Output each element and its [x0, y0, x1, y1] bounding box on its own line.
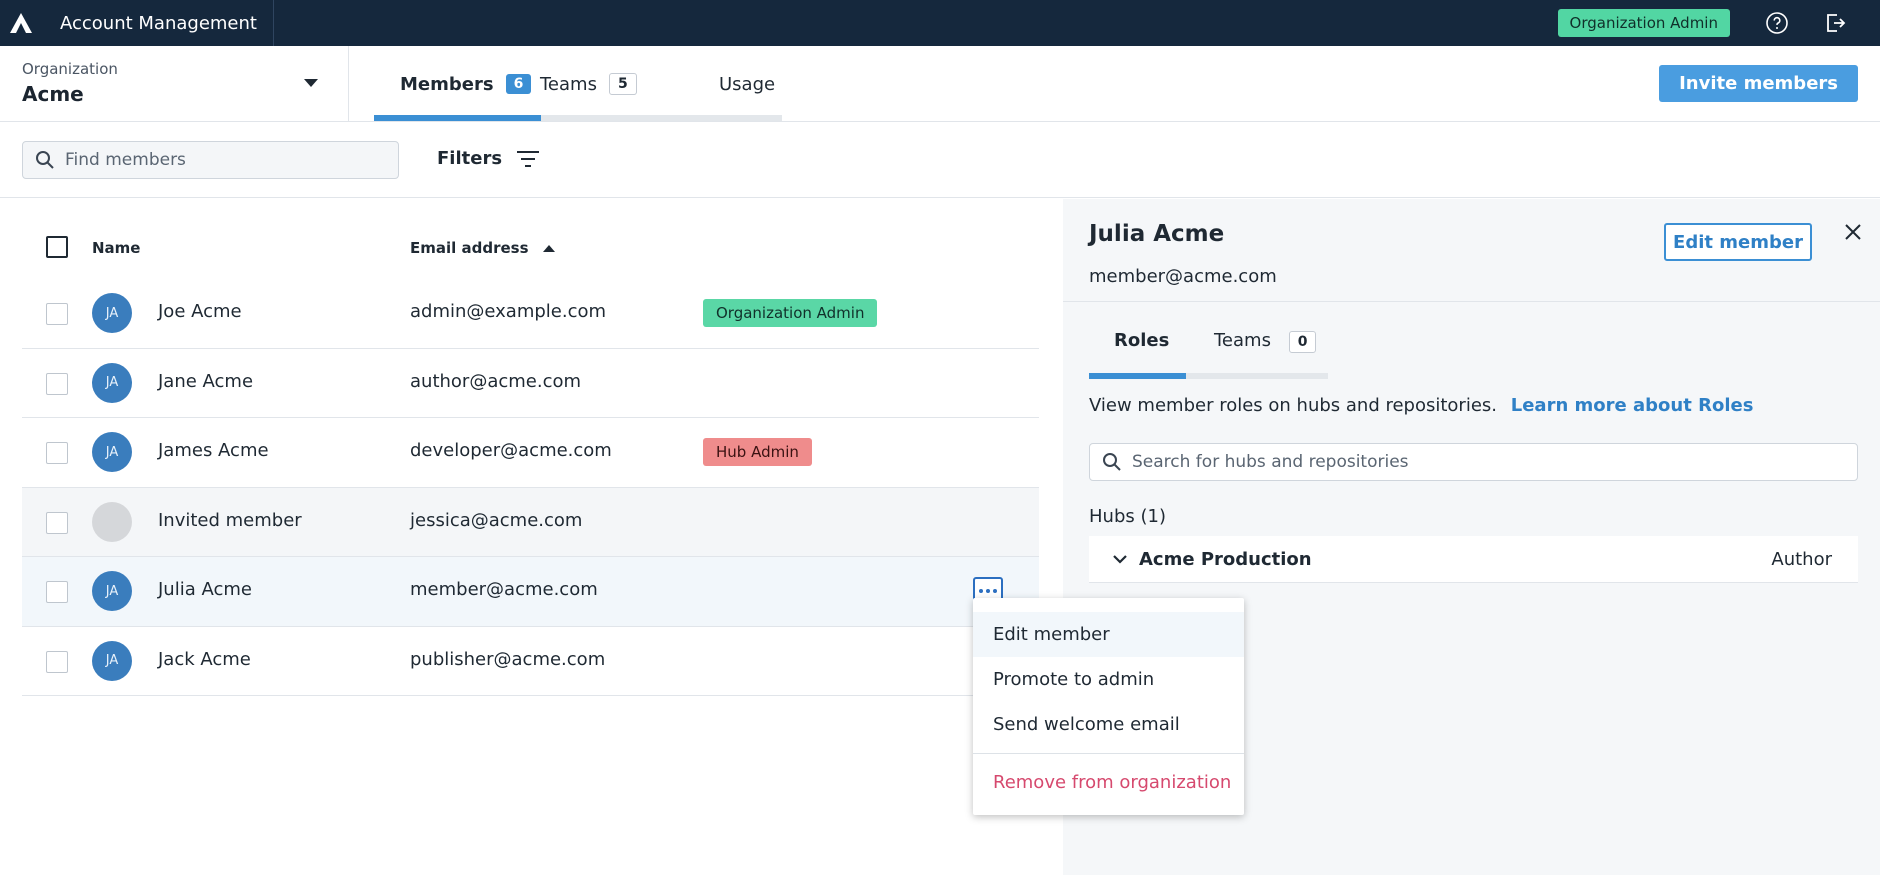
organization-select[interactable]: Organization Acme: [0, 46, 349, 122]
search-icon: [1103, 453, 1121, 471]
member-email: developer@acme.com: [410, 440, 612, 461]
search-input[interactable]: [65, 150, 365, 170]
column-header-email-label: Email address: [410, 239, 529, 257]
panel-member-name: Julia Acme: [1089, 221, 1225, 247]
member-name: Jane Acme: [158, 370, 254, 392]
panel-teams-count-badge: 0: [1288, 331, 1317, 353]
table-row[interactable]: JA Jane Acme author@acme.com: [22, 349, 1039, 418]
tab-members[interactable]: Members 6: [374, 46, 540, 122]
tab-panel-teams-label: Teams: [1214, 330, 1271, 351]
table-row[interactable]: JA James Acme developer@acme.com Hub Adm…: [22, 418, 1039, 488]
tab-usage-label: Usage: [719, 73, 776, 95]
member-email: admin@example.com: [410, 301, 607, 322]
members-count-badge: 6: [505, 74, 532, 94]
row-checkbox[interactable]: [46, 442, 68, 464]
search-toolbar: Filters: [0, 122, 1880, 198]
learn-more-roles-link[interactable]: Learn more about Roles: [1511, 395, 1754, 416]
invite-members-button[interactable]: Invite members: [1659, 65, 1858, 102]
member-search: [22, 141, 399, 179]
tab-teams-label: Teams: [540, 73, 597, 95]
logout-icon[interactable]: [1822, 10, 1848, 36]
tab-teams[interactable]: Teams 5: [540, 46, 707, 122]
app-logo-icon[interactable]: [0, 0, 42, 46]
sort-ascending-icon[interactable]: [542, 244, 555, 252]
teams-count-badge: 5: [608, 73, 637, 95]
hub-search: [1089, 443, 1858, 481]
menu-item-remove[interactable]: Remove from organization: [973, 760, 1244, 805]
table-row[interactable]: JA Joe Acme admin@example.com Organizati…: [22, 279, 1039, 349]
menu-divider: [973, 753, 1244, 754]
tab-active-indicator: [374, 115, 541, 121]
roles-description: View member roles on hubs and repositori…: [1089, 395, 1753, 416]
member-name: James Acme: [158, 440, 269, 461]
chevron-down-icon[interactable]: [1113, 554, 1127, 564]
member-email: author@acme.com: [410, 370, 582, 392]
row-checkbox[interactable]: [46, 372, 68, 395]
role-badge-hub-admin: Hub Admin: [703, 438, 812, 466]
select-all-checkbox[interactable]: [46, 236, 68, 258]
hub-role: Author: [1771, 549, 1832, 570]
panel-header: Julia Acme member@acme.com Edit member: [1063, 199, 1880, 302]
table-row[interactable]: JA Julia Acme member@acme.com: [22, 557, 1039, 627]
tab-panel-teams[interactable]: Teams 0: [1214, 330, 1317, 353]
close-icon[interactable]: [1840, 219, 1866, 245]
more-dots-icon: [986, 589, 990, 593]
avatar: JA: [92, 571, 132, 611]
tab-members-label: Members: [400, 73, 494, 95]
table-row[interactable]: JA Jack Acme publisher@acme.com: [22, 627, 1039, 696]
avatar: JA: [92, 293, 132, 333]
roles-description-text: View member roles on hubs and repositori…: [1089, 395, 1498, 416]
member-name: Invited member: [158, 509, 302, 531]
avatar: JA: [92, 432, 132, 472]
hub-row[interactable]: Acme Production Author: [1089, 536, 1858, 583]
avatar: JA: [92, 362, 132, 403]
table-header: Name Email address: [22, 199, 1039, 279]
organization-label: Organization: [22, 60, 118, 78]
role-badge-org-admin: Organization Admin: [703, 299, 878, 327]
top-bar: Account Management Organization Admin: [0, 0, 1880, 46]
main-tabs: Members 6 Teams 5 Usage: [374, 46, 775, 122]
filters-button[interactable]: Filters: [437, 148, 540, 169]
panel-tabs: Roles Teams 0: [1089, 302, 1328, 379]
more-dots-icon: [979, 589, 983, 593]
member-email: jessica@acme.com: [410, 509, 583, 531]
member-name: Joe Acme: [158, 301, 242, 322]
menu-item-edit-member[interactable]: Edit member: [973, 612, 1244, 657]
column-header-name[interactable]: Name: [92, 239, 140, 257]
tab-usage[interactable]: Usage: [707, 46, 775, 122]
edit-member-button[interactable]: Edit member: [1664, 223, 1812, 261]
role-badge: Organization Admin: [1557, 9, 1730, 37]
more-dots-icon: [993, 589, 997, 593]
help-icon[interactable]: [1764, 10, 1790, 36]
table-row[interactable]: Invited member jessica@acme.com: [22, 487, 1039, 557]
member-email: member@acme.com: [410, 579, 598, 600]
row-checkbox[interactable]: [46, 303, 68, 325]
avatar-placeholder: [92, 501, 132, 542]
column-header-email[interactable]: Email address: [410, 239, 555, 257]
panel-tab-active-indicator: [1089, 373, 1186, 379]
menu-item-promote-admin[interactable]: Promote to admin: [973, 657, 1244, 702]
filter-icon: [517, 150, 540, 167]
organization-name: Acme: [22, 82, 84, 106]
tab-roles[interactable]: Roles: [1114, 330, 1169, 351]
member-email: publisher@acme.com: [410, 648, 606, 670]
row-actions-menu: Edit member Promote to admin Send welcom…: [973, 598, 1244, 815]
hub-name: Acme Production: [1139, 548, 1312, 570]
menu-item-send-welcome[interactable]: Send welcome email: [973, 702, 1244, 747]
member-name: Julia Acme: [158, 579, 252, 600]
caret-down-icon[interactable]: [304, 79, 318, 87]
panel-member-email: member@acme.com: [1089, 266, 1277, 287]
avatar: JA: [92, 640, 132, 681]
hub-search-input[interactable]: [1132, 452, 1832, 472]
search-icon: [36, 151, 54, 169]
row-checkbox[interactable]: [46, 511, 68, 534]
sub-header: Organization Acme Members 6 Teams 5 Usag…: [0, 46, 1880, 122]
member-name: Jack Acme: [158, 648, 251, 670]
hubs-count-label: Hubs (1): [1089, 506, 1166, 527]
members-table: Name Email address JA Joe Acme admin@exa…: [22, 199, 1039, 696]
app-title: Account Management: [42, 0, 274, 46]
filters-label: Filters: [437, 148, 503, 169]
row-checkbox[interactable]: [46, 581, 68, 603]
row-checkbox[interactable]: [46, 650, 68, 673]
